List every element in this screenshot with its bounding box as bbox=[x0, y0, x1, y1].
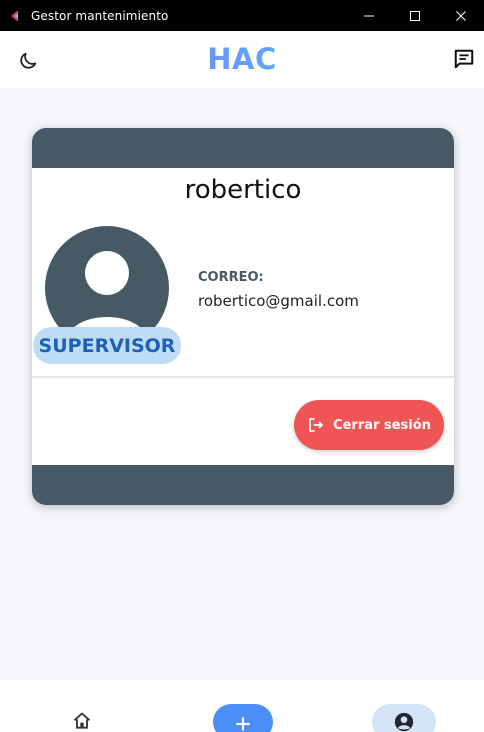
nav-profile-button[interactable] bbox=[372, 704, 436, 732]
card-divider bbox=[32, 376, 454, 378]
plus-icon bbox=[236, 717, 250, 731]
app-header: HAC bbox=[0, 31, 484, 88]
profile-card: robertico SUPERVISOR CORREO: robertico@g… bbox=[32, 128, 454, 505]
close-button[interactable] bbox=[438, 0, 484, 31]
email-value: robertico@gmail.com bbox=[198, 292, 359, 310]
email-label: CORREO: bbox=[198, 270, 264, 285]
minimize-icon bbox=[364, 15, 374, 16]
card-header-band bbox=[32, 128, 454, 168]
logout-button[interactable]: Cerrar sesión bbox=[294, 400, 444, 450]
minimize-button[interactable] bbox=[346, 0, 392, 31]
card-footer-band bbox=[32, 465, 454, 505]
chat-button[interactable] bbox=[452, 47, 476, 71]
logout-icon bbox=[307, 416, 325, 434]
profile-username: robertico bbox=[184, 175, 302, 205]
nav-home-button[interactable] bbox=[70, 709, 94, 732]
nav-add-button[interactable] bbox=[213, 704, 273, 732]
maximize-button[interactable] bbox=[392, 0, 438, 31]
logout-label: Cerrar sesión bbox=[333, 417, 431, 433]
window-title: Gestor mantenimiento bbox=[31, 8, 169, 23]
account-icon bbox=[394, 712, 414, 732]
role-badge: SUPERVISOR bbox=[33, 327, 181, 364]
app-logo-icon bbox=[9, 9, 23, 23]
home-icon bbox=[73, 712, 91, 729]
chat-icon bbox=[454, 49, 474, 69]
brand-title: HAC bbox=[0, 42, 484, 76]
bottom-navigation bbox=[0, 680, 484, 732]
maximize-icon bbox=[410, 10, 420, 21]
window-titlebar: Gestor mantenimiento bbox=[0, 0, 484, 31]
window-controls bbox=[346, 0, 484, 31]
close-icon bbox=[456, 10, 466, 21]
